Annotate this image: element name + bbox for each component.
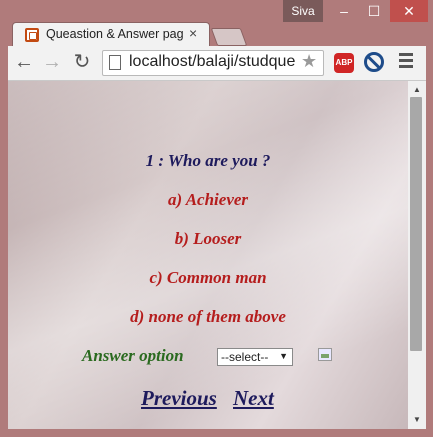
browser-toolbar: ← → ↻ localhost/balaji/studque ★ ABP (8, 46, 426, 81)
page-content: 1 : Who are you ? a) Achiever b) Looser … (8, 81, 408, 429)
dropdown-arrow-icon: ▼ (279, 351, 288, 361)
page-icon (109, 55, 121, 70)
option-a: a) Achiever (167, 190, 249, 209)
next-link[interactable]: Next (233, 386, 274, 411)
maximize-button[interactable]: ☐ (360, 0, 388, 22)
option-c: c) Common man (149, 268, 267, 287)
previous-link[interactable]: Previous (141, 386, 217, 411)
title-bar: Siva – ☐ ✕ Queastion & Answer page × (0, 0, 433, 47)
menu-icon[interactable] (399, 53, 413, 71)
address-bar[interactable]: localhost/balaji/studque ★ (102, 50, 324, 76)
favicon-icon (25, 28, 39, 42)
option-b: b) Looser (174, 229, 242, 248)
forward-icon[interactable]: → (40, 50, 64, 74)
option-d: d) none of them above (130, 307, 286, 326)
new-tab-button[interactable] (210, 28, 248, 46)
adblock-icon[interactable]: ABP (334, 53, 354, 73)
url-text[interactable]: localhost/balaji/studque (129, 53, 299, 71)
close-window-button[interactable]: ✕ (390, 0, 428, 22)
reload-icon[interactable]: ↻ (70, 50, 94, 74)
answer-label: Answer option (82, 346, 184, 365)
vertical-scrollbar[interactable]: ▲ ▼ (408, 81, 426, 429)
tab-close-icon[interactable]: × (189, 25, 197, 41)
browser-window: Siva – ☐ ✕ Queastion & Answer page × ← →… (0, 0, 433, 437)
tab-title: Queastion & Answer page (46, 27, 184, 41)
back-icon[interactable]: ← (12, 50, 36, 74)
scroll-up-icon[interactable]: ▲ (413, 85, 421, 94)
scroll-down-icon[interactable]: ▼ (413, 415, 421, 424)
scroll-thumb[interactable] (410, 97, 422, 351)
tab-active[interactable]: Queastion & Answer page × (12, 22, 210, 47)
minimize-button[interactable]: – (330, 0, 358, 22)
blocker-extension-icon[interactable] (364, 52, 384, 72)
bookmark-star-icon[interactable]: ★ (301, 51, 317, 72)
broken-image-icon[interactable] (318, 348, 332, 361)
profile-name[interactable]: Siva (283, 0, 323, 22)
select-value: --select-- (221, 350, 269, 364)
question-text: 1 : Who are you ? (145, 151, 271, 170)
answer-select[interactable]: --select-- ▼ (217, 348, 293, 366)
